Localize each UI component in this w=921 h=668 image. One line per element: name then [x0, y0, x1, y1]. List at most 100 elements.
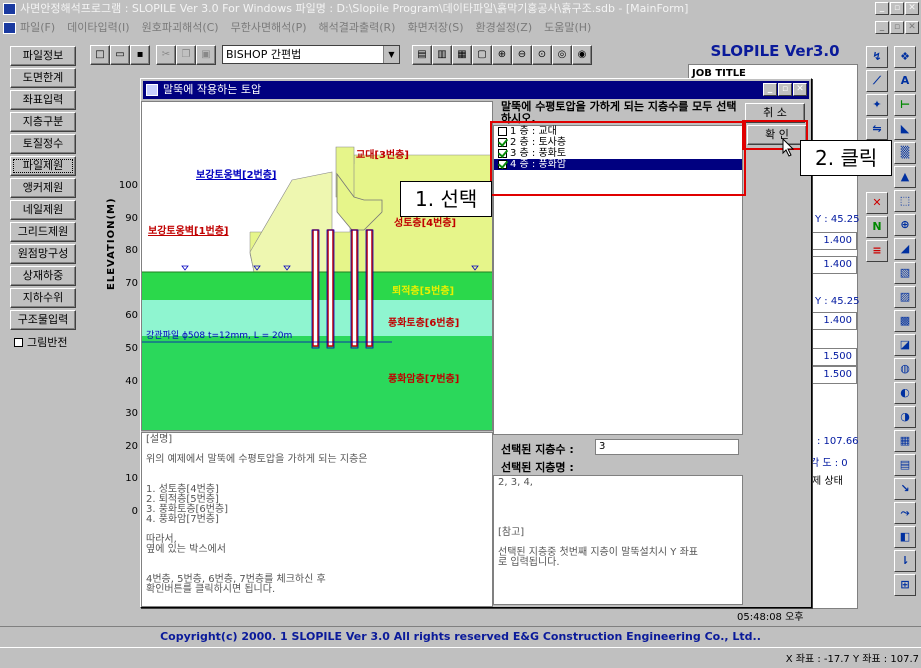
dialog-minimize-button[interactable]: _ — [763, 83, 777, 96]
menu-bar: 파일(F) 데이타입력(I) 원호파괴해석(C) 무한사면해석(P) 해석결과출… — [0, 18, 921, 38]
menu-data-input[interactable]: 데이타입력(I) — [67, 18, 129, 38]
child-maximize-button[interactable]: ▫ — [890, 21, 904, 34]
drawing-limit-button[interactable]: 도면한계 — [10, 68, 76, 88]
origin-net-button[interactable]: 원점망구성 — [10, 244, 76, 264]
side-icon-17[interactable]: ▦ — [894, 430, 916, 452]
menu-help[interactable]: 도움말(H) — [544, 18, 591, 38]
tool-icon-4[interactable]: ⇋ — [866, 118, 888, 140]
structure-input-button[interactable]: 구조물입력 — [10, 310, 76, 330]
click-callout: 2. 클릭 — [800, 140, 893, 176]
analysis-method-select[interactable]: BISHOP 간편법 ▼ — [222, 45, 400, 64]
cut-icon[interactable]: ✂ — [156, 45, 176, 65]
explanation-line: [설명] — [146, 434, 173, 445]
invert-drawing-checkbox[interactable]: 그림반전 — [14, 334, 67, 350]
side-icon-21[interactable]: ◧ — [894, 526, 916, 548]
anchor-spec-button[interactable]: 앵커제원 — [10, 178, 76, 198]
file-info-button[interactable]: 파일정보 — [10, 46, 76, 66]
paste-icon[interactable]: ▣ — [196, 45, 216, 65]
zoom-window-icon[interactable]: ◎ — [552, 45, 572, 65]
save-disk-icon[interactable]: ▪ — [130, 45, 150, 65]
menu-screen-save[interactable]: 화면저장(S) — [407, 18, 463, 38]
child-window-controls: _ ▫ ✕ — [875, 21, 919, 34]
select-callout: 1. 선택 — [400, 181, 493, 217]
zoom-previous-icon[interactable]: ◉ — [572, 45, 592, 65]
copyright-bar: Copyright(c) 2000. 1 SLOPILE Ver 3.0 All… — [0, 626, 921, 646]
ok-highlight-box — [742, 120, 808, 150]
side-icon-23[interactable]: ⊞ — [894, 574, 916, 596]
dialog-close-button[interactable]: ✕ — [793, 83, 807, 96]
surcharge-button[interactable]: 상재하중 — [10, 266, 76, 286]
table-icon[interactable]: ▦ — [452, 45, 472, 65]
tool-icon-2[interactable]: ⟋ — [866, 70, 888, 92]
window-icon[interactable]: ▢ — [472, 45, 492, 65]
side-icon-13[interactable]: ◪ — [894, 334, 916, 356]
selected-names-value: 2, 3, 4, — [498, 477, 533, 488]
elevation-tick-label: 10 — [125, 473, 138, 485]
side-icon-3[interactable]: ⊢ — [894, 94, 916, 116]
side-icon-6[interactable]: ▲ — [894, 166, 916, 188]
side-icon-19[interactable]: ↘ — [894, 478, 916, 500]
maximize-button[interactable]: ▫ — [890, 2, 904, 15]
side-icon-22[interactable]: ⇂ — [894, 550, 916, 572]
side-icon-12[interactable]: ▩ — [894, 310, 916, 332]
nail-spec-button[interactable]: 네일제원 — [10, 200, 76, 220]
zoom-in-icon[interactable]: ⊕ — [492, 45, 512, 65]
tool-icon-7[interactable]: ≡ — [866, 240, 888, 262]
coordinate-input-button[interactable]: 좌표입력 — [10, 90, 76, 110]
tool-icon-1[interactable]: ↯ — [866, 46, 888, 68]
menu-result-output[interactable]: 해석결과출력(R) — [319, 18, 396, 38]
tool-icon-6[interactable]: N — [866, 216, 888, 238]
grid-spec-button[interactable]: 그리드제원 — [10, 222, 76, 242]
explanation-line: 옆에 있는 박스에서 — [146, 544, 226, 555]
cursor-coordinates: X 좌표 : -17.7 Y 좌표 : 107.7 — [785, 654, 919, 665]
side-icon-11[interactable]: ▨ — [894, 286, 916, 308]
menu-settings[interactable]: 환경설정(Z) — [476, 18, 533, 38]
open-folder-icon[interactable]: ▭ — [110, 45, 130, 65]
selected-count-field: 3 — [595, 439, 739, 455]
minimize-button[interactable]: _ — [875, 2, 889, 15]
explanation-line: 확인버튼를 클릭하시면 됩니다. — [146, 584, 276, 595]
layer-division-button[interactable]: 지층구분 — [10, 112, 76, 132]
chevron-down-icon[interactable]: ▼ — [383, 46, 399, 63]
side-icon-2[interactable]: A — [894, 70, 916, 92]
copy-icon[interactable]: ❐ — [176, 45, 196, 65]
side-icon-18[interactable]: ▤ — [894, 454, 916, 476]
dialog-title: 말뚝에 작용하는 토압 — [163, 83, 262, 96]
pile-spec-label: 강관파일 ϕ508 t=12mm, L = 20m — [146, 331, 293, 341]
elevation-tick-label: 80 — [125, 245, 138, 257]
soil-constant-button[interactable]: 토질정수 — [10, 134, 76, 154]
panel-label-result: : 107.66 — [817, 436, 859, 447]
side-icon-1[interactable]: ❖ — [894, 46, 916, 68]
selected-names-label: 선택된 지층명 : — [501, 461, 574, 474]
side-icon-8[interactable]: ⊕ — [894, 214, 916, 236]
menu-infinite-slope[interactable]: 무한사면해석(P) — [231, 18, 307, 38]
dialog-maximize-button[interactable]: ▫ — [778, 83, 792, 96]
menu-circular-analysis[interactable]: 원호파괴해석(C) — [142, 18, 219, 38]
side-icon-10[interactable]: ▧ — [894, 262, 916, 284]
zoom-out-icon[interactable]: ⊖ — [512, 45, 532, 65]
window-title: 사면안정해석프로그램 : SLOPILE Ver 3.0 For Windows… — [20, 2, 689, 15]
tool-icon-3[interactable]: ✦ — [866, 94, 888, 116]
side-icon-7[interactable]: ⬚ — [894, 190, 916, 212]
explanation-line: 위의 예제에서 말뚝에 수평토압을 가하게 되는 지층은 — [146, 454, 368, 465]
side-icon-16[interactable]: ◑ — [894, 406, 916, 428]
close-button[interactable]: ✕ — [905, 2, 919, 15]
tool-icon-5[interactable]: ✕ — [866, 192, 888, 214]
new-file-icon[interactable]: □ — [90, 45, 110, 65]
side-icon-9[interactable]: ◢ — [894, 238, 916, 260]
child-close-button[interactable]: ✕ — [905, 21, 919, 34]
invert-drawing-box[interactable] — [14, 337, 23, 347]
elevation-tick-label: 90 — [125, 212, 138, 224]
zoom-fit-icon[interactable]: ⊙ — [532, 45, 552, 65]
layers-icon[interactable]: ▥ — [432, 45, 452, 65]
menu-file[interactable]: 파일(F) — [20, 18, 55, 38]
grid-icon[interactable]: ▤ — [412, 45, 432, 65]
side-icon-14[interactable]: ◍ — [894, 358, 916, 380]
side-icon-20[interactable]: ⤳ — [894, 502, 916, 524]
groundwater-button[interactable]: 지하수위 — [10, 288, 76, 308]
pile-spec-button[interactable]: 파일제원 — [10, 156, 76, 176]
side-icon-15[interactable]: ◐ — [894, 382, 916, 404]
child-minimize-button[interactable]: _ — [875, 21, 889, 34]
side-icon-4[interactable]: ◣ — [894, 118, 916, 140]
side-icon-5[interactable]: ▒ — [894, 142, 916, 164]
